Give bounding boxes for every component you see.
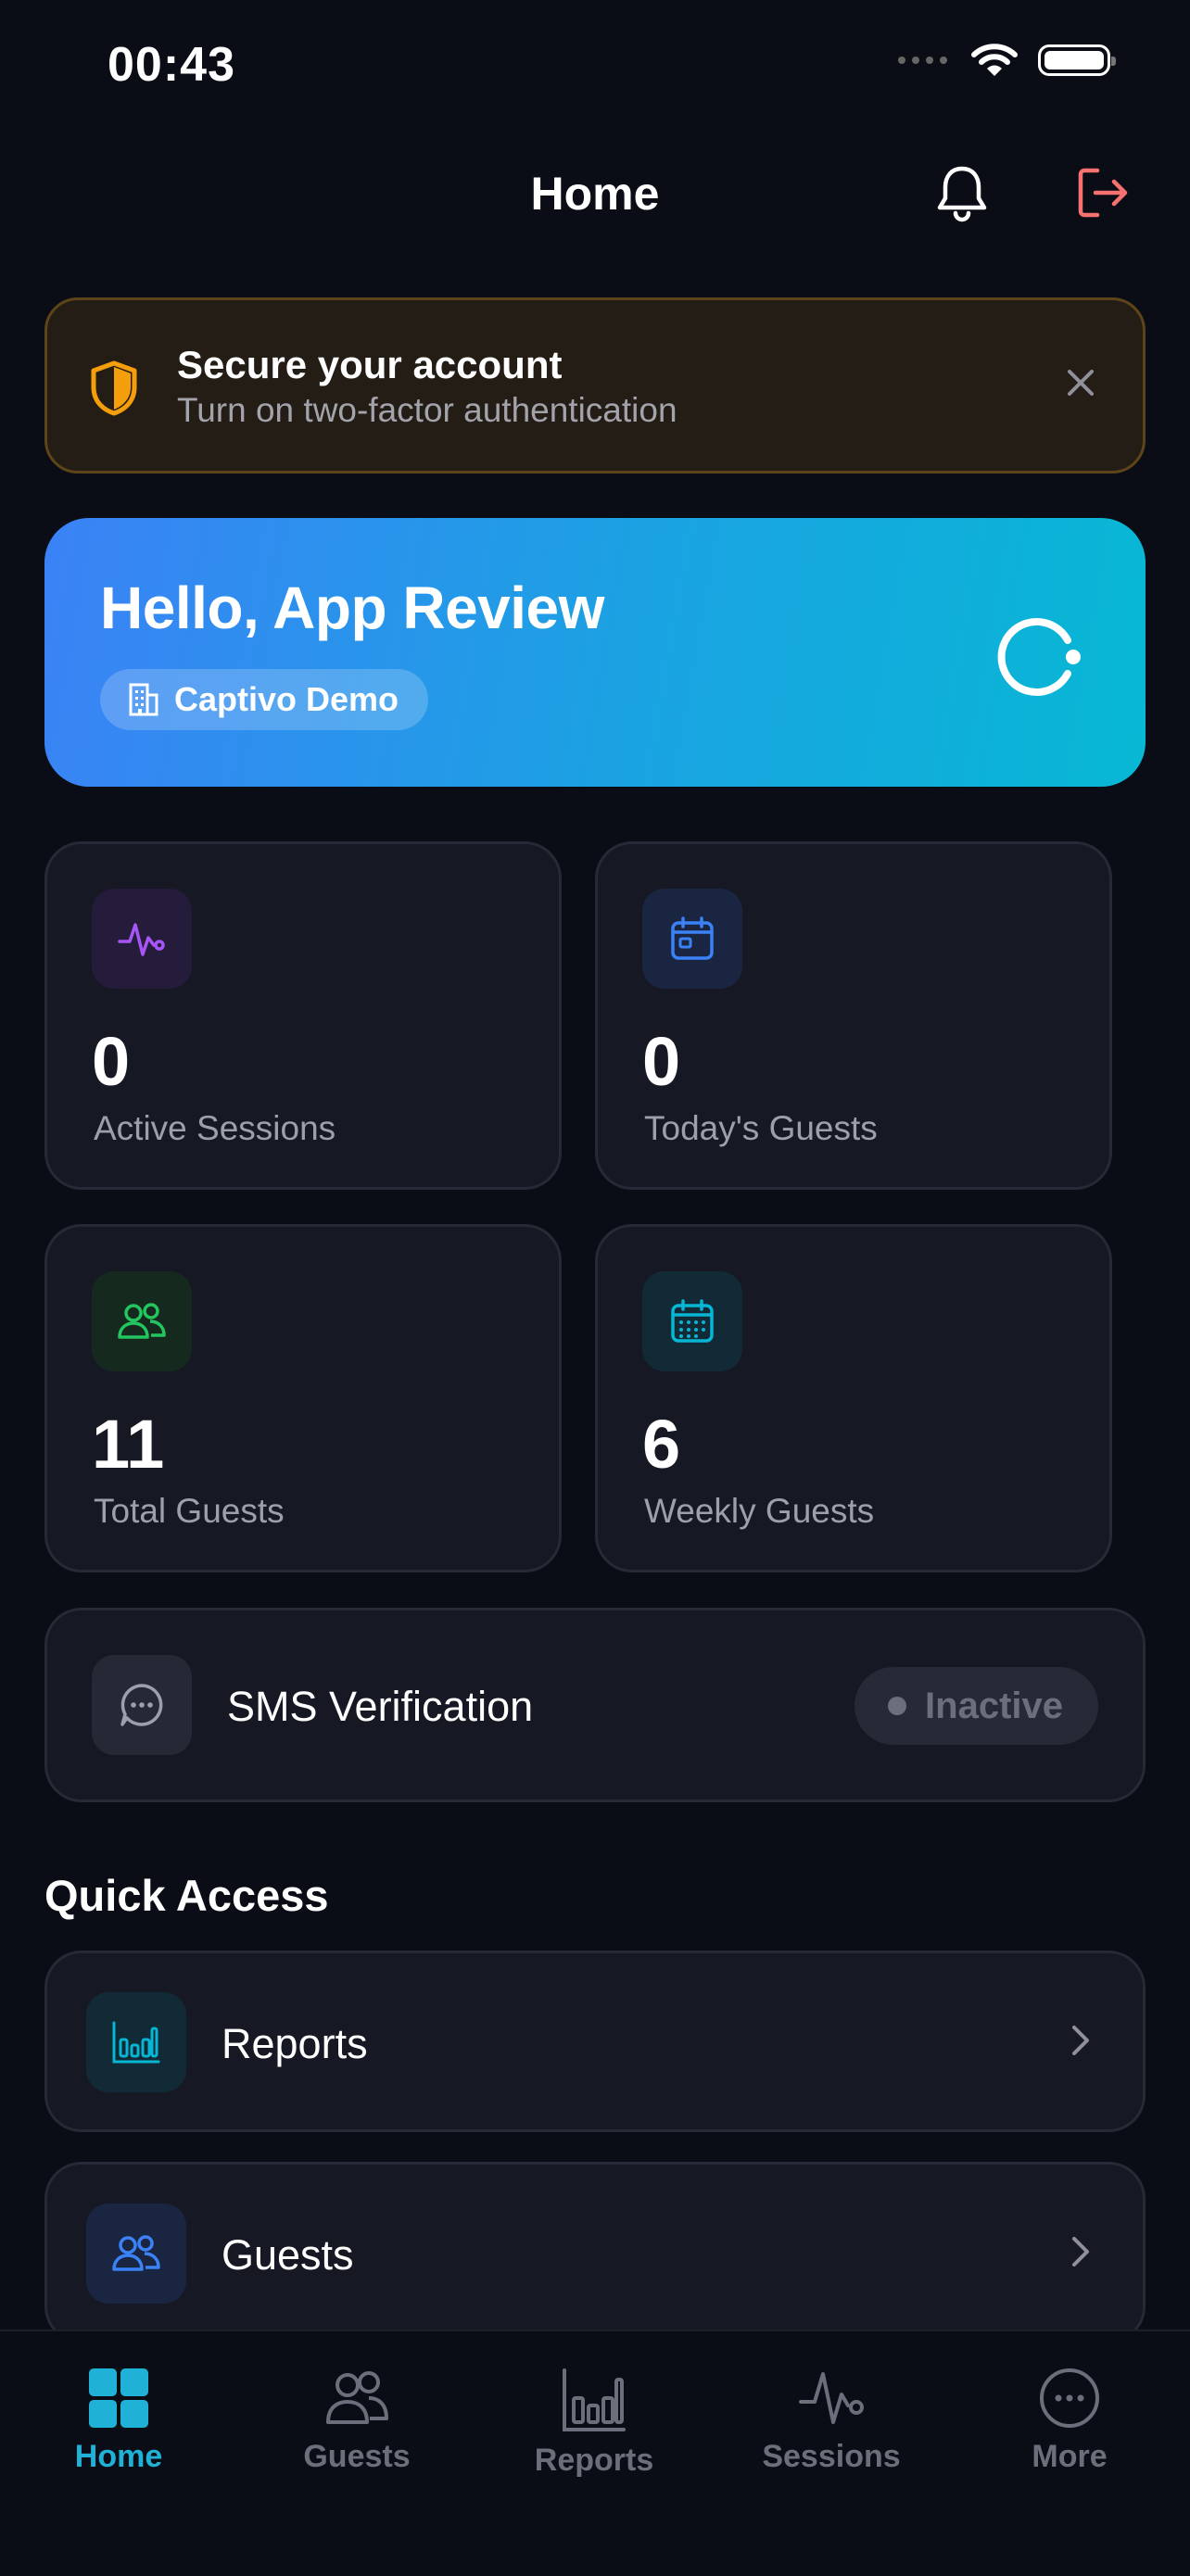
shield-icon bbox=[91, 360, 137, 416]
stat-value: 0 bbox=[642, 1023, 681, 1100]
bar-chart-icon bbox=[563, 2368, 626, 2431]
stat-label: Active Sessions bbox=[94, 1109, 336, 1147]
tab-more[interactable]: More bbox=[977, 2367, 1162, 2475]
stat-card-total-guests[interactable]: 11 Total Guests bbox=[44, 1224, 562, 1572]
tab-reports[interactable]: Reports bbox=[501, 2367, 687, 2479]
sms-verification-card[interactable]: SMS Verification Inactive bbox=[44, 1608, 1146, 1802]
status-dot bbox=[888, 1697, 907, 1715]
stat-icon-container bbox=[92, 1271, 192, 1371]
chevron-right-icon bbox=[1072, 2237, 1089, 2267]
quick-access-label: Guests bbox=[222, 2231, 354, 2279]
logout-button[interactable] bbox=[1073, 163, 1133, 222]
tab-home[interactable]: Home bbox=[26, 2367, 211, 2475]
signal-icon bbox=[898, 57, 947, 64]
grid-icon bbox=[89, 2368, 148, 2428]
banner-title: Secure your account bbox=[177, 343, 563, 386]
users-icon bbox=[118, 1303, 166, 1339]
activity-icon bbox=[118, 923, 165, 956]
tab-label: More bbox=[1032, 2439, 1108, 2474]
stat-value: 6 bbox=[642, 1406, 681, 1483]
stat-card-weekly-guests[interactable]: 6 Weekly Guests bbox=[595, 1224, 1112, 1572]
stat-label: Weekly Guests bbox=[644, 1492, 875, 1530]
stat-card-active-sessions[interactable]: 0 Active Sessions bbox=[44, 841, 562, 1190]
building-icon bbox=[129, 683, 158, 716]
logout-icon bbox=[1078, 168, 1128, 218]
tab-label: Sessions bbox=[762, 2439, 901, 2474]
greeting-text: Hello, App Review bbox=[100, 575, 604, 641]
tab-bar: Home Guests Reports Sessions More bbox=[0, 2330, 1190, 2576]
quick-access-guests[interactable]: Guests bbox=[44, 2162, 1146, 2343]
stat-value: 11 bbox=[92, 1406, 165, 1483]
welcome-card: Hello, App Review Captivo Demo bbox=[44, 518, 1146, 787]
quick-access-reports[interactable]: Reports bbox=[44, 1951, 1146, 2132]
status-time: 00:43 bbox=[108, 38, 235, 92]
stat-label: Today's Guests bbox=[644, 1109, 878, 1147]
stat-card-todays-guests[interactable]: 0 Today's Guests bbox=[595, 841, 1112, 1190]
status-icons bbox=[897, 43, 1116, 78]
users-icon bbox=[112, 2235, 160, 2271]
sms-icon-container bbox=[92, 1655, 192, 1755]
loading-spinner-icon bbox=[997, 618, 1081, 696]
sms-verification-label: SMS Verification bbox=[227, 1683, 534, 1730]
wifi-icon bbox=[971, 44, 1018, 76]
qa-icon-container bbox=[86, 2203, 186, 2304]
chevron-right-icon bbox=[1072, 2026, 1089, 2055]
security-banner[interactable]: Secure your account Turn on two-factor a… bbox=[44, 297, 1146, 474]
close-icon bbox=[1068, 370, 1094, 396]
tab-label: Reports bbox=[534, 2443, 654, 2478]
tab-guests[interactable]: Guests bbox=[264, 2367, 449, 2475]
calendar-icon bbox=[671, 916, 714, 960]
bar-chart-icon bbox=[112, 2021, 160, 2064]
stat-icon-container bbox=[92, 889, 192, 989]
message-icon bbox=[120, 1684, 163, 1726]
quick-access-label: Reports bbox=[222, 2020, 368, 2067]
users-icon bbox=[326, 2371, 388, 2424]
qa-icon-container bbox=[86, 1992, 186, 2092]
stat-label: Total Guests bbox=[94, 1492, 285, 1530]
stat-icon-container bbox=[642, 1271, 742, 1371]
bell-icon bbox=[937, 166, 987, 222]
status-badge: Inactive bbox=[855, 1667, 1098, 1745]
tab-sessions[interactable]: Sessions bbox=[739, 2367, 924, 2475]
notifications-button[interactable] bbox=[932, 163, 992, 224]
tab-label: Home bbox=[74, 2439, 163, 2474]
status-text: Inactive bbox=[925, 1685, 1063, 1726]
tab-label: Guests bbox=[303, 2439, 411, 2474]
organization-pill[interactable]: Captivo Demo bbox=[100, 669, 429, 730]
quick-access-title: Quick Access bbox=[44, 1871, 329, 1920]
calendar-week-icon bbox=[671, 1299, 714, 1343]
battery-icon bbox=[1038, 44, 1116, 76]
dismiss-banner-button[interactable] bbox=[1065, 367, 1096, 398]
more-icon bbox=[1040, 2368, 1099, 2428]
activity-icon bbox=[799, 2372, 864, 2424]
banner-subtitle: Turn on two-factor authentication bbox=[177, 391, 677, 429]
page-title: Home bbox=[530, 168, 660, 220]
stat-value: 0 bbox=[92, 1023, 131, 1100]
stat-icon-container bbox=[642, 889, 742, 989]
organization-name: Captivo Demo bbox=[174, 680, 399, 718]
